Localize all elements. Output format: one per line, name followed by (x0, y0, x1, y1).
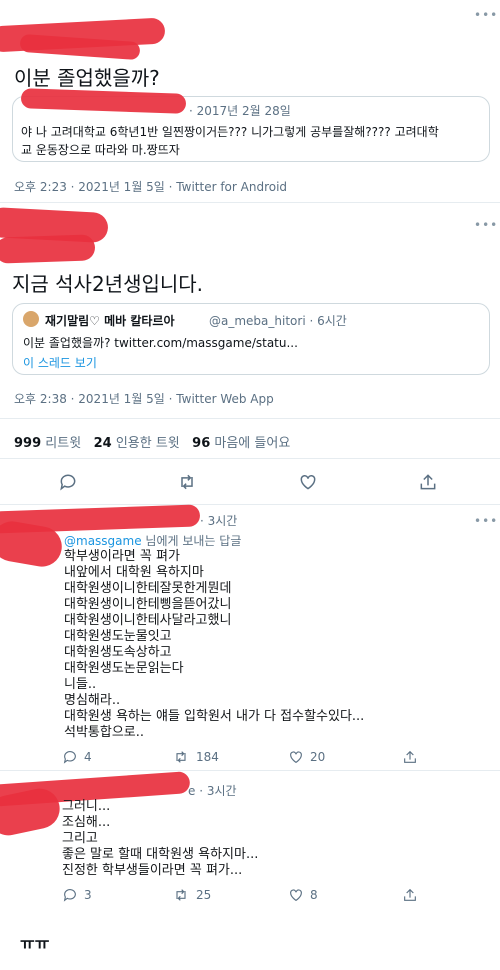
reply-count: 3 (84, 888, 92, 902)
share-icon[interactable] (402, 748, 418, 766)
reply-icon (63, 751, 76, 764)
more-options-icon[interactable]: ••• (474, 514, 498, 528)
quote-author-name: 재기말림♡ 메바 칼타르아 (45, 314, 175, 328)
share-icon[interactable] (418, 472, 438, 492)
retweet-icon[interactable] (176, 472, 198, 492)
quote-date: · 2017년 2월 28일 (189, 104, 291, 118)
retweet-count: 25 (196, 888, 212, 902)
reply-2-line: 그러니... (62, 799, 111, 814)
reply-1-time[interactable]: · 3시간 (200, 512, 237, 529)
tweet-2-meta[interactable]: 오후 2:38 · 2021년 1월 5일 · Twitter Web App (14, 390, 274, 407)
redacted-quote-author (20, 88, 187, 114)
reply-1-line: 내앞에서 대학원 욕하지마 (64, 565, 204, 580)
reply-2-like-button[interactable]: 8 (288, 887, 318, 903)
divider (0, 504, 500, 505)
avatar (23, 311, 39, 327)
reply-1-line: 대학원생이니한테사달라고했니 (64, 613, 232, 628)
caption-text: ㅠㅠ (20, 934, 50, 953)
reply-1-line: 대학원생이니한테잘못한게뭔데 (64, 581, 232, 596)
quote-text-line-2: 교 운동장으로 따라와 마.짱뜨자 (21, 143, 180, 157)
tweet-stats: 999 리트윗 24 인용한 트윗 96 마음에 들어요 (14, 432, 290, 451)
tweet-2-quote-card[interactable]: 재기말림♡ 메바 칼타르아 @a_meba_hitori · 6시간 이분 졸업… (12, 303, 490, 375)
more-options-icon[interactable]: ••• (474, 218, 498, 232)
replying-to-handle[interactable]: @massgame (64, 534, 142, 548)
reply-1-line: 니들.. (64, 677, 97, 692)
reply-1-line: 학부생이라면 꼭 펴가 (64, 549, 180, 564)
reply-1-line: 석박통합으로.. (64, 725, 145, 740)
reply-2-time[interactable]: e · 3시간 (188, 782, 237, 799)
redacted-author-2b (0, 234, 96, 264)
reply-1-line: 명심해라.. (64, 693, 121, 708)
reply-1-reply-button[interactable]: 4 (62, 749, 92, 765)
show-thread-link[interactable]: 이 스레드 보기 (23, 354, 97, 371)
reply-2-line: 좋은 말로 할때 대학원생 욕하지마... (62, 847, 259, 862)
divider (0, 202, 500, 203)
like-count: 20 (310, 750, 326, 764)
retweet-count: 184 (196, 750, 219, 764)
reply-1-line: 대학원생이니한테삥을뜯어갔니 (64, 597, 232, 612)
reply-2-reply-button[interactable]: 3 (62, 887, 92, 903)
retweet-icon (176, 889, 186, 901)
divider (0, 458, 500, 459)
reply-1-like-button[interactable]: 20 (288, 749, 325, 765)
like-icon (290, 889, 302, 902)
reply-2-line: 조심해... (62, 815, 111, 830)
quote-stat[interactable]: 24 인용한 트윗 (94, 436, 180, 451)
like-stat[interactable]: 96 마음에 들어요 (192, 436, 290, 451)
quote-text-line-1: 야 나 고려대학교 6학년1반 일찐짱이거든??? 니가그렇게 공부를잘해???… (21, 125, 439, 139)
reply-2-line: 그리고 (62, 831, 98, 846)
retweet-stat[interactable]: 999 리트윗 (14, 436, 81, 451)
tweet-2-text: 지금 석사2년생입니다. (12, 272, 204, 296)
like-icon[interactable] (298, 472, 318, 492)
reply-icon (63, 889, 76, 902)
tweet-1-text: 이분 졸업했을까? (14, 66, 160, 90)
reply-1-line: 대학원생 욕하는 얘들 입학원서 내가 다 접수할수있다... (64, 709, 365, 724)
retweet-icon (176, 751, 186, 763)
quote-text: 이분 졸업했을까? twitter.com/massgame/statu... (23, 336, 298, 350)
reply-1-line: 대학원생도눈물잇고 (64, 629, 172, 644)
reply-1-line: 대학원생도논문읽는다 (64, 661, 184, 676)
divider (0, 418, 500, 419)
like-icon (290, 751, 302, 764)
share-icon[interactable] (402, 886, 418, 904)
replying-to-suffix: 님에게 보내는 답글 (141, 534, 242, 548)
reply-1-retweet-button[interactable]: 184 (172, 749, 219, 765)
reply-1-line: 대학원생도속상하고 (64, 645, 172, 660)
reply-1-body: 학부생이라면 꼭 펴가 내앞에서 대학원 욕하지마 대학원생이니한테잘못한게뭔데… (64, 549, 364, 741)
reply-2-body: 그러니... 조심해... 그리고 좋은 말로 할때 대학원생 욕하지마... … (62, 799, 258, 879)
more-options-icon[interactable]: ••• (474, 8, 498, 22)
replying-to: @massgame 님에게 보내는 답글 (64, 532, 241, 549)
quote-author-handle: @a_meba_hitori · 6시간 (209, 314, 347, 328)
reply-2-line: 진정한 학부생들이라면 꼭 펴가... (62, 863, 243, 878)
divider (0, 770, 500, 771)
tweet-1-quote-card[interactable]: · 2017년 2월 28일 야 나 고려대학교 6학년1반 일찐짱이거든???… (12, 88, 490, 162)
reply-count: 4 (84, 750, 92, 764)
reply-2-retweet-button[interactable]: 25 (172, 887, 211, 903)
like-count: 8 (310, 888, 318, 902)
tweet-1-meta[interactable]: 오후 2:23 · 2021년 1월 5일 · Twitter for Andr… (14, 178, 287, 195)
reply-icon[interactable] (58, 472, 78, 492)
